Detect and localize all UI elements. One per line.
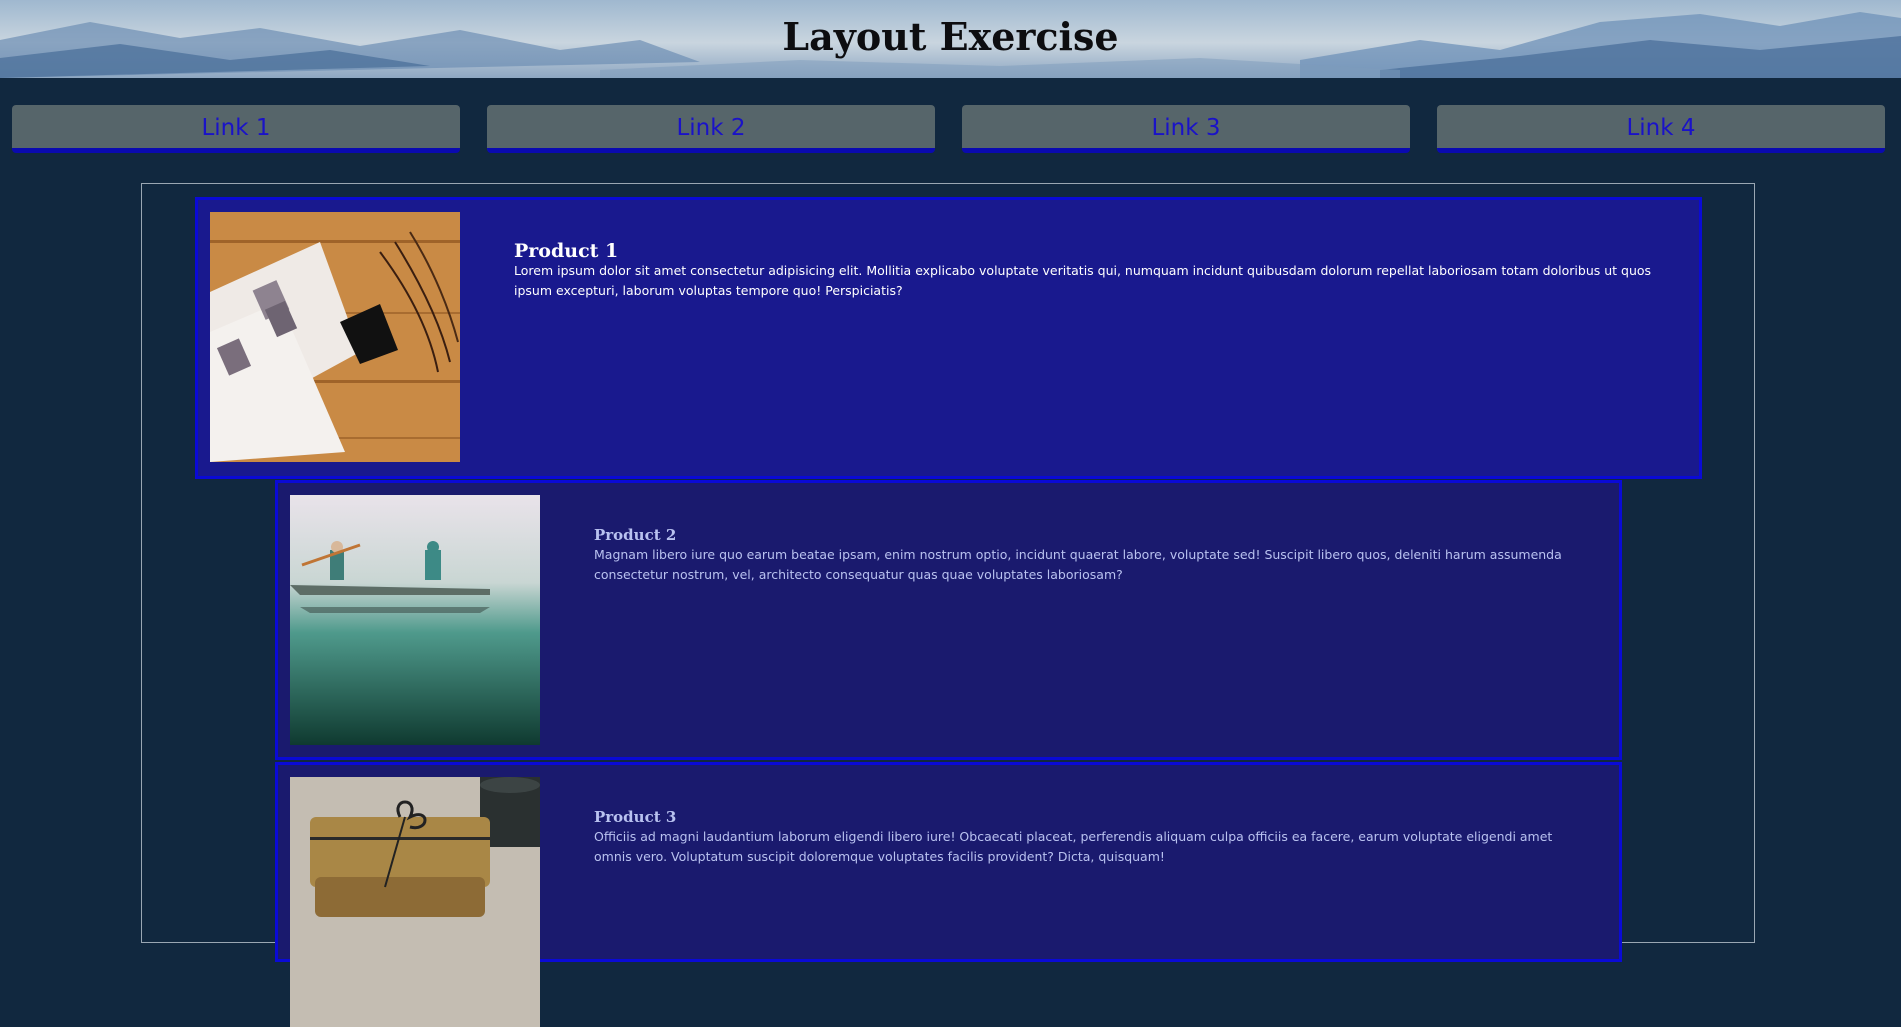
header-banner: Layout Exercise [0, 0, 1901, 78]
nav-link-3[interactable]: Link 3 [962, 105, 1410, 153]
product-1-title: Product 1 [514, 240, 619, 262]
product-card-1: Product 1 Lorem ipsum dolor sit amet con… [195, 197, 1702, 479]
product-3-description: Officiis ad magni laudantium laborum eli… [594, 829, 1553, 864]
product-3-title: Product 3 [594, 808, 677, 826]
nav-bar: Link 1 Link 2 Link 3 Link 4 [0, 105, 1901, 157]
product-2-description: Magnam libero iure quo earum beatae ipsa… [594, 547, 1562, 582]
product-2-title: Product 2 [594, 526, 677, 544]
product-3-image [290, 777, 540, 1027]
product-2-image [290, 495, 540, 745]
nav-link-4[interactable]: Link 4 [1437, 105, 1885, 153]
product-1-description: Lorem ipsum dolor sit amet consectetur a… [514, 263, 1652, 298]
product-card-3: Product 3 Officiis ad magni laudantium l… [275, 762, 1622, 1027]
nav-link-1[interactable]: Link 1 [12, 105, 460, 153]
page-title: Layout Exercise [782, 14, 1119, 59]
product-1-image [210, 212, 460, 462]
nav-link-2[interactable]: Link 2 [487, 105, 935, 153]
product-card-2: Product 2 Magnam libero iure quo earum b… [275, 480, 1622, 760]
